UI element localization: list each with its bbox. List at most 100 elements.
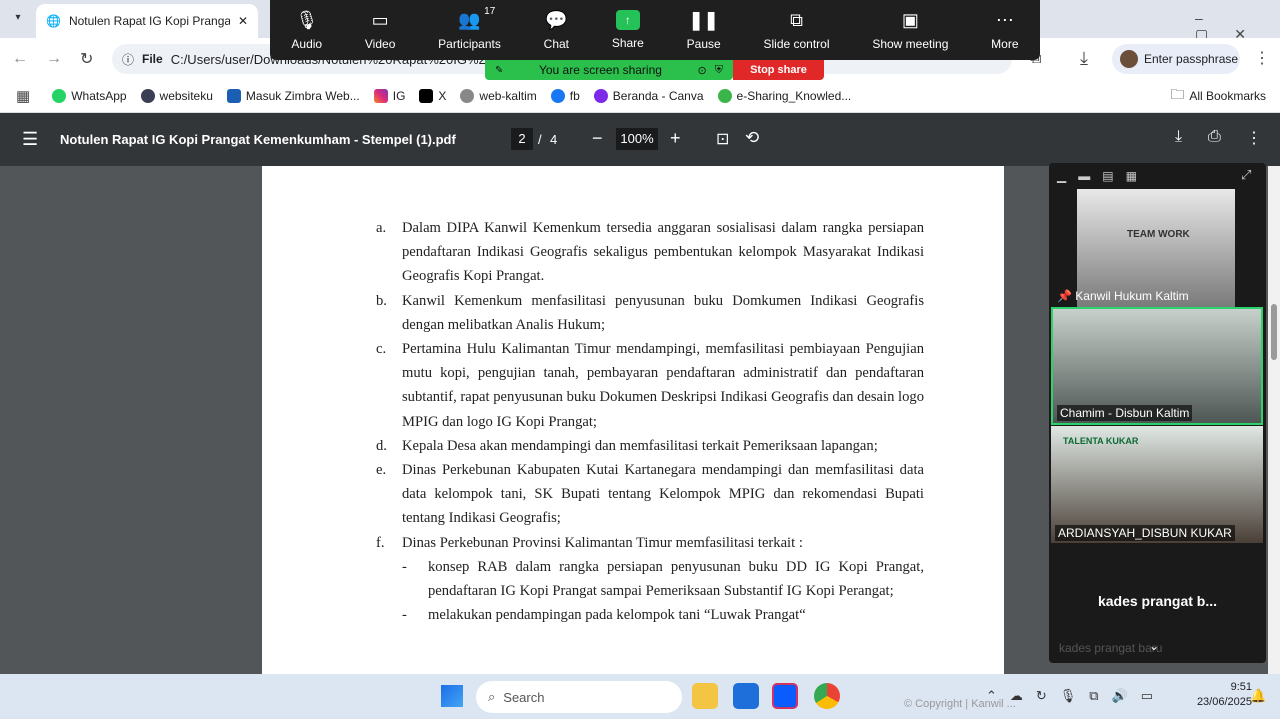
button-label: More <box>991 36 1019 51</box>
stop-share-label: Stop share <box>750 64 807 76</box>
bookmark-web-kaltim[interactable]: web-kaltim <box>460 89 537 103</box>
bookmark-whatsapp[interactable]: WhatsApp <box>52 89 127 103</box>
bookmark-canva[interactable]: Beranda - Canva <box>593 89 704 103</box>
back-icon[interactable]: ← <box>12 50 28 68</box>
file-explorer-icon[interactable] <box>692 683 718 709</box>
button-label: Pause <box>686 36 721 51</box>
menu-icon[interactable]: ⋮ <box>1254 48 1270 68</box>
tab-search-chevron-icon[interactable]: ▾ <box>8 8 28 28</box>
esharing-icon <box>717 89 732 103</box>
date: 23/06/2025 <box>1196 696 1252 708</box>
system-tray-icons[interactable]: ⌃☁↻🎙⧉🔊▭ <box>986 688 1166 704</box>
participant-gallery: ▁▬▤▦ ⤢ TEAM WORK 📌 Kanwil Hukum Kaltim C… <box>1049 163 1266 663</box>
chat-button[interactable]: 💬 Chat <box>544 10 569 51</box>
browser-tab[interactable]: 🌐 Notulen Rapat IG Kopi Prangat ✕ <box>36 4 258 38</box>
zoom-level[interactable]: 100% <box>616 128 658 150</box>
forward-icon[interactable]: → <box>46 50 62 68</box>
all-bookmarks[interactable]: 🗀 All Bookmarks <box>1170 84 1266 108</box>
video-camera-icon: ▭ <box>371 9 389 30</box>
audio-button[interactable]: 🎙 Audio <box>291 10 322 51</box>
bookmark-esharing[interactable]: e-Sharing_Knowled... <box>717 89 851 103</box>
list-marker: d. <box>376 437 387 454</box>
x-icon <box>419 89 434 103</box>
scrollbar[interactable] <box>1268 166 1280 674</box>
chrome-icon[interactable] <box>814 683 840 709</box>
list-text: Dalam DIPA Kanwil Kemenkum tersedia angg… <box>402 220 924 285</box>
slide-control-button[interactable]: ⧉ Slide control <box>763 10 829 51</box>
bookmark-label: X <box>438 89 447 103</box>
notification-icon[interactable]: 🔔 <box>1250 688 1266 704</box>
profile-button[interactable]: Enter passphrase <box>1112 44 1240 74</box>
tile-label: 📌 Kanwil Hukum Kaltim <box>1057 289 1189 303</box>
fit-page-icon[interactable]: ⊡ <box>716 129 729 149</box>
page-number-input[interactable]: 2 <box>511 128 533 150</box>
share-screen-icon: ↑ <box>615 10 640 30</box>
info-icon: ⓘ <box>122 52 135 67</box>
button-label: Participants <box>438 36 501 51</box>
apps-grid-icon[interactable]: ▦ <box>16 87 30 105</box>
microphone-icon: 🎙 <box>295 9 319 30</box>
zoom-toolbar: 🎙 Audio ▭ Video 👥 Participants 17 💬 Chat ↑ Sha… <box>270 0 1040 60</box>
clock[interactable]: 9:51 23/06/2025 <box>1197 680 1252 710</box>
list-text: Pertamina Hulu Kalimantan Timur mendampi… <box>402 341 924 430</box>
windows-start-icon[interactable] <box>441 685 463 707</box>
view-mode-icons[interactable]: ▁▬▤▦ <box>1057 169 1149 183</box>
screen-sharing-banner: ✎ You are screen sharing ⊙ ⛨ <box>485 60 733 80</box>
reload-icon[interactable]: ↻ <box>80 49 93 69</box>
expand-icon[interactable]: ⤢ <box>1241 167 1251 183</box>
list-item: e. Dinas Perkebunan Kabupaten Kutai Karta… <box>376 458 924 531</box>
bookmark-x[interactable]: X <box>419 89 446 103</box>
video-tile-active-speaker[interactable]: Chamim - Disbun Kaltim <box>1051 307 1263 425</box>
bookmark-label: fb <box>569 89 580 103</box>
list-item: b. Kanwil Kemenkum menfasilitasi penyusun… <box>376 289 924 337</box>
more-options-icon[interactable]: ⋮ <box>1246 128 1262 148</box>
download-icon[interactable]: ⤓ <box>1175 128 1182 146</box>
page-separator: / <box>538 132 542 147</box>
button-label: Audio <box>291 36 323 51</box>
pause-button[interactable]: ❚❚ Pause <box>687 10 721 51</box>
rotate-icon[interactable]: ⟲ <box>745 128 759 148</box>
sharing-notice: You are screen sharing <box>538 63 662 77</box>
zoom-out-icon[interactable]: − <box>592 128 603 149</box>
pin-icon: 📌 <box>1057 289 1072 303</box>
participant-name: Chamim - Disbun Kaltim <box>1057 405 1193 421</box>
bookmark-label: Beranda - Canva <box>612 89 704 103</box>
zoom-in-icon[interactable]: + <box>670 128 681 149</box>
zoom-app-icon[interactable] <box>772 683 798 709</box>
download-icon[interactable]: ⤓ <box>1080 48 1088 69</box>
list-text: konsep RAB dalam rangka persiapan penyus… <box>428 558 924 600</box>
bookmark-fb[interactable]: fb <box>550 89 580 103</box>
taskbar-search[interactable]: ⌕ Search <box>476 681 682 713</box>
stop-share-button[interactable]: Stop share <box>733 60 824 80</box>
bookmark-zimbra[interactable]: Masuk Zimbra Web... <box>226 89 360 103</box>
list-item: d. Kepala Desa akan mendampingi dan memfa… <box>376 434 924 458</box>
print-icon[interactable]: ⎙ <box>1208 128 1221 146</box>
participants-count-badge: 17 <box>484 5 496 17</box>
address-prefix: File <box>142 52 163 66</box>
more-icon: ⋯ <box>995 9 1014 30</box>
more-button[interactable]: ⋯ More <box>991 10 1018 51</box>
p-icon <box>140 89 155 103</box>
list-text: Dinas Perkebunan Kabupaten Kutai Kartane… <box>402 462 924 527</box>
participants-button[interactable]: 👥 Participants 17 <box>438 6 501 51</box>
globe-icon: 🌐 <box>46 14 61 28</box>
scrollbar-thumb[interactable] <box>1271 304 1277 360</box>
bookmark-label: websiteku <box>159 89 213 103</box>
record-icon: ⊙ <box>697 64 707 77</box>
bookmark-label: web-kaltim <box>479 89 537 103</box>
bookmark-ig[interactable]: IG <box>373 89 405 103</box>
globe-icon <box>460 89 475 103</box>
participant-name: ARDIANSYAH_DISBUN KUKAR <box>1055 525 1235 541</box>
chevron-down-icon[interactable]: ⌄ <box>1149 639 1159 653</box>
share-button[interactable]: ↑ Share <box>612 10 644 50</box>
show-meeting-button[interactable]: ▣ Show meeting <box>872 10 948 51</box>
facebook-icon <box>550 89 565 103</box>
show-meeting-icon: ▣ <box>901 9 919 30</box>
close-tab-icon[interactable]: ✕ <box>238 14 248 28</box>
video-tile[interactable]: TALENTA KUKAR ARDIANSYAH_DISBUN KUKAR <box>1051 426 1263 543</box>
hamburger-menu-icon[interactable]: ☰ <box>22 129 38 150</box>
list-marker: a. <box>376 220 387 236</box>
video-button[interactable]: ▭ Video <box>365 10 395 51</box>
bookmark-websiteku[interactable]: websiteku <box>140 89 213 103</box>
app-icon[interactable] <box>733 683 759 709</box>
